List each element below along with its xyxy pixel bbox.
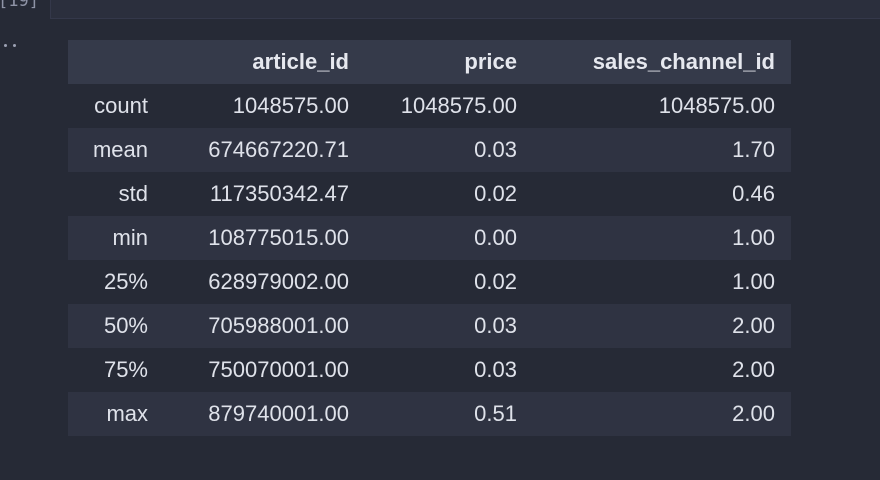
row-index-label: mean bbox=[92, 137, 148, 162]
row-index-label: 50% bbox=[103, 313, 148, 338]
row-index-label: 25% bbox=[103, 269, 148, 294]
article-id-cell: 705988001.00 bbox=[208, 313, 349, 338]
sales-channel-id-cell: 2.00 bbox=[732, 401, 775, 426]
table-row: std 117350342.47 0.02 0.46 bbox=[68, 172, 791, 216]
dataframe-output-table: article_id price sales_channel_id count … bbox=[68, 40, 791, 436]
article-id-cell: 674667220.71 bbox=[208, 137, 349, 162]
notebook-page: [19] article_id price sales_channel_id c… bbox=[0, 0, 880, 480]
table-row: min 108775015.00 0.00 1.00 bbox=[68, 216, 791, 260]
table-row: 75% 750070001.00 0.03 2.00 bbox=[68, 348, 791, 392]
row-index-label: min bbox=[112, 225, 148, 250]
article-id-cell: 1048575.00 bbox=[232, 93, 349, 118]
table-row: 25% 628979002.00 0.02 1.00 bbox=[68, 260, 791, 304]
table-row: 50% 705988001.00 0.03 2.00 bbox=[68, 304, 791, 348]
row-index-label: 75% bbox=[103, 357, 148, 382]
table-header-row: article_id price sales_channel_id bbox=[68, 40, 791, 84]
sales-channel-id-cell: 1048575.00 bbox=[658, 93, 775, 118]
price-cell: 0.51 bbox=[474, 401, 517, 426]
column-header-sales-channel-id: sales_channel_id bbox=[592, 49, 775, 74]
column-header-article-id: article_id bbox=[252, 49, 349, 74]
table-row: max 879740001.00 0.51 2.00 bbox=[68, 392, 791, 436]
price-cell: 1048575.00 bbox=[400, 93, 517, 118]
execution-count: [19] bbox=[0, 0, 39, 11]
price-cell: 0.03 bbox=[474, 313, 517, 338]
price-cell: 0.00 bbox=[474, 225, 517, 250]
sales-channel-id-cell: 1.00 bbox=[732, 225, 775, 250]
row-index-label: max bbox=[106, 401, 148, 426]
article-id-cell: 879740001.00 bbox=[208, 401, 349, 426]
row-index-label: count bbox=[94, 93, 148, 118]
row-index-label: std bbox=[118, 181, 148, 206]
sales-channel-id-cell: 2.00 bbox=[732, 357, 775, 382]
article-id-cell: 628979002.00 bbox=[208, 269, 349, 294]
price-cell: 0.03 bbox=[474, 137, 517, 162]
article-id-cell: 750070001.00 bbox=[208, 357, 349, 382]
sales-channel-id-cell: 0.46 bbox=[732, 181, 775, 206]
price-cell: 0.02 bbox=[474, 269, 517, 294]
price-cell: 0.02 bbox=[474, 181, 517, 206]
column-header-price: price bbox=[464, 49, 517, 74]
sales-channel-id-cell: 1.70 bbox=[732, 137, 775, 162]
table-row: count 1048575.00 1048575.00 1048575.00 bbox=[68, 84, 791, 128]
article-id-cell: 117350342.47 bbox=[209, 181, 349, 206]
code-cell-input[interactable] bbox=[50, 0, 880, 19]
price-cell: 0.03 bbox=[474, 357, 517, 382]
column-header-index bbox=[68, 40, 164, 84]
sales-channel-id-cell: 2.00 bbox=[732, 313, 775, 338]
sales-channel-id-cell: 1.00 bbox=[732, 269, 775, 294]
table-row: mean 674667220.71 0.03 1.70 bbox=[68, 128, 791, 172]
article-id-cell: 108775015.00 bbox=[208, 225, 349, 250]
ellipsis-icon[interactable] bbox=[4, 44, 24, 54]
